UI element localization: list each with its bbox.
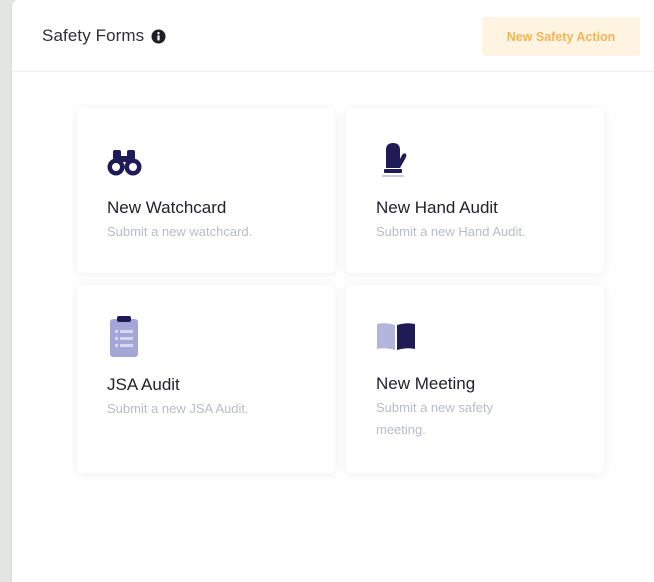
card-description: Submit a new JSA Audit. bbox=[107, 401, 249, 416]
card-description: Submit a new watchcard. bbox=[107, 224, 253, 239]
card-title: New Watchcard bbox=[107, 198, 227, 217]
clipboard-icon bbox=[107, 315, 141, 362]
card-title: JSA Audit bbox=[107, 375, 180, 394]
mitten-icon bbox=[376, 141, 412, 184]
page-title: Safety Forms bbox=[42, 26, 145, 45]
card-new-watchcard[interactable]: New Watchcard Submit a new watchcard. bbox=[77, 108, 335, 273]
new-safety-action-button[interactable]: New Safety Action bbox=[482, 17, 640, 56]
card-description: Submit a new safety meeting. bbox=[376, 400, 494, 437]
binoculars-icon bbox=[107, 146, 143, 183]
card-title: New Hand Audit bbox=[376, 198, 498, 217]
card-jsa-audit[interactable]: JSA Audit Submit a new JSA Audit. bbox=[77, 285, 335, 473]
title-wrap: Safety Forms bbox=[42, 26, 166, 46]
card-title: New Meeting bbox=[376, 374, 476, 393]
safety-forms-panel: Safety Forms New Safety Action New Watch… bbox=[12, 0, 654, 582]
card-description: Submit a new Hand Audit. bbox=[376, 224, 526, 239]
info-icon[interactable] bbox=[151, 29, 166, 44]
panel-header: Safety Forms New Safety Action bbox=[12, 0, 654, 72]
book-open-icon bbox=[376, 321, 416, 356]
card-new-meeting[interactable]: New Meeting Submit a new safety meeting. bbox=[346, 285, 604, 473]
card-new-hand-audit[interactable]: New Hand Audit Submit a new Hand Audit. bbox=[346, 108, 604, 273]
